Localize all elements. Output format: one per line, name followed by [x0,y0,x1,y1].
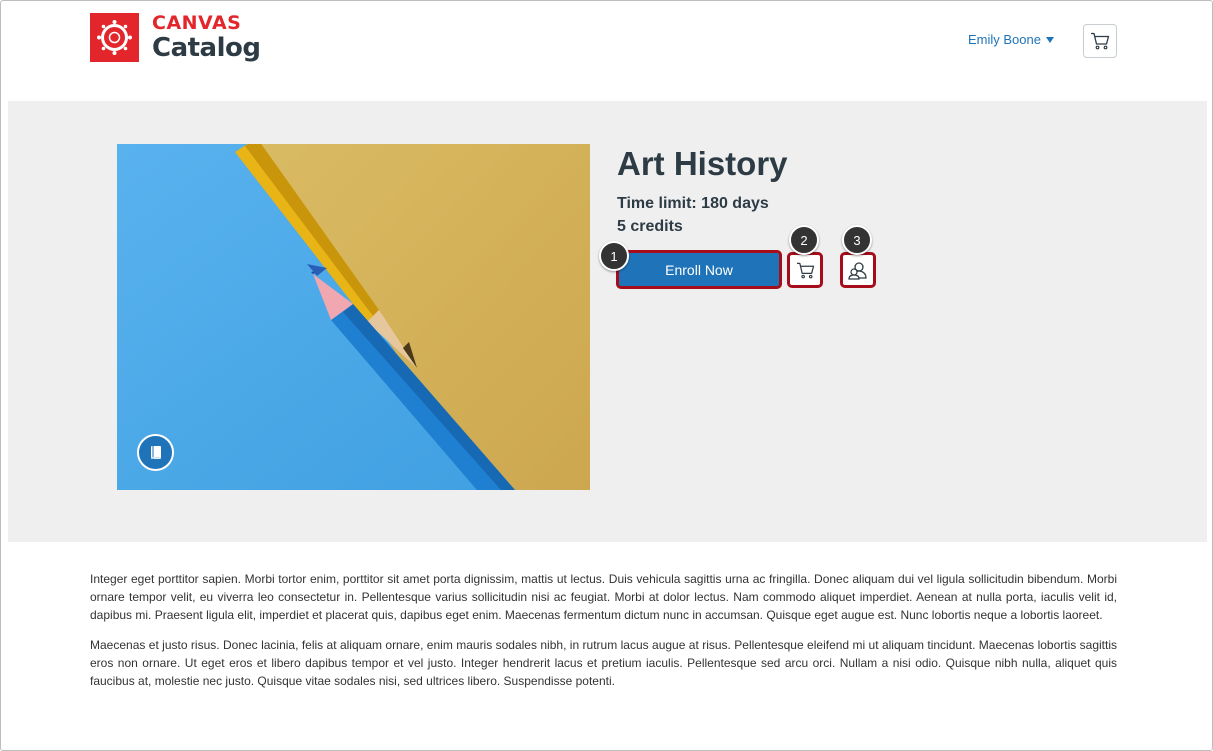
canvas-logo-icon [90,13,139,62]
logo-word-catalog: Catalog [152,33,261,63]
course-type-badge [137,434,174,471]
description-paragraph: Maecenas et justo risus. Donec lacinia, … [90,638,1117,688]
course-time-limit: Time limit: 180 days [617,195,769,212]
enroll-now-button[interactable]: Enroll Now [616,250,782,289]
course-image [117,144,590,490]
page-frame: CANVAS Catalog Emily Boone Art History T… [0,0,1213,751]
cart-icon [1091,32,1110,50]
course-hero: Art History Time limit: 180 days 5 credi… [8,101,1207,542]
canvas-catalog-logo[interactable]: CANVAS Catalog [90,13,261,62]
user-menu[interactable]: Emily Boone [968,32,1054,47]
add-to-cart-button[interactable] [787,252,823,288]
callout-marker-2: 2 [789,225,819,255]
users-icon [848,261,867,280]
course-title: Art History [617,145,788,182]
user-name: Emily Boone [968,32,1041,47]
logo-wordmark: CANVAS Catalog [152,12,261,63]
callout-marker-1: 1 [599,241,629,271]
cart-icon [796,262,814,278]
header-cart-button[interactable] [1083,24,1117,58]
enroll-others-button[interactable] [840,252,876,288]
logo-word-canvas: CANVAS [152,12,242,34]
course-credits: 5 credits [617,218,683,235]
course-description: Integer eget porttitor sapien. Morbi tor… [90,570,1117,702]
book-icon [150,445,161,459]
description-paragraph: Integer eget porttitor sapien. Morbi tor… [90,572,1117,622]
callout-marker-3: 3 [842,225,872,255]
caret-down-icon [1045,36,1054,43]
